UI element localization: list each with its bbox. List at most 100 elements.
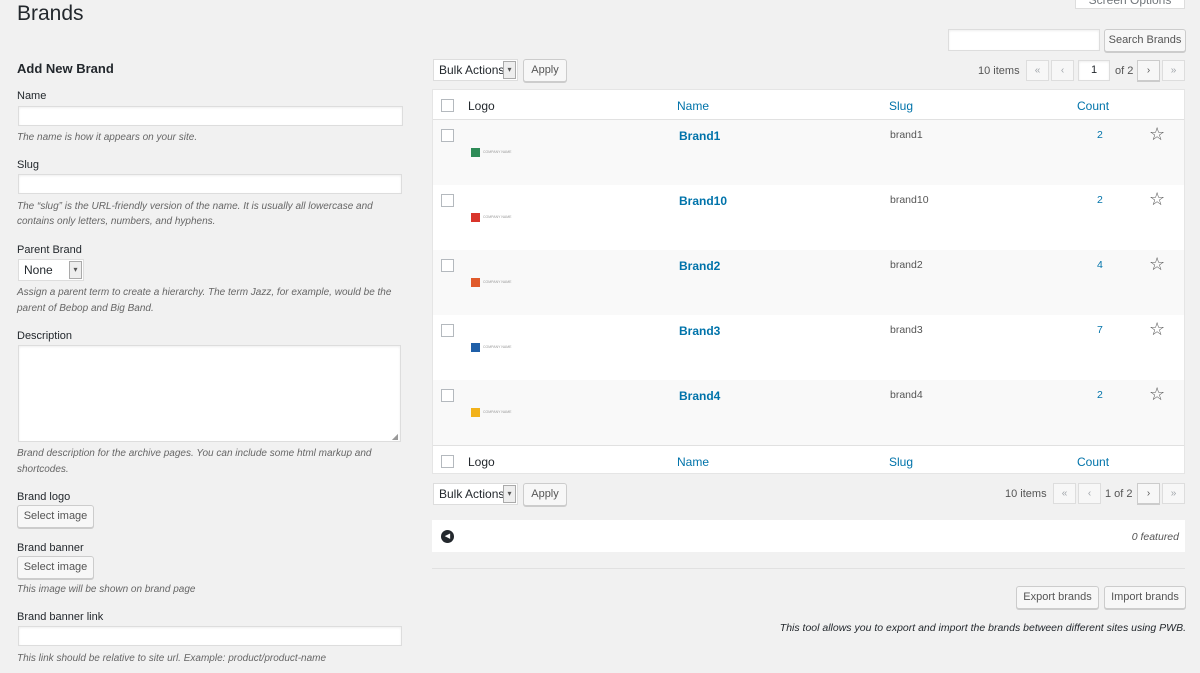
column-count-sort-footer[interactable]: Count <box>1077 455 1109 469</box>
logo-mark <box>471 148 480 157</box>
brand-slug: brand1 <box>890 129 923 141</box>
import-export-note: This tool allows you to export and impor… <box>779 622 1186 634</box>
total-pages-label: of 2 <box>1115 65 1134 77</box>
logo-wordmark: COMPANY NAME <box>483 280 512 284</box>
star-icon[interactable]: ☆ <box>1149 319 1165 340</box>
column-count-sort[interactable]: Count <box>1077 99 1109 113</box>
apply-button-top[interactable]: Apply <box>523 59 567 82</box>
column-logo: Logo <box>468 99 495 113</box>
collapse-arrow-icon[interactable]: ◀ <box>441 530 454 543</box>
brand-name-link[interactable]: Brand1 <box>679 129 720 143</box>
brand-slug: brand2 <box>890 259 923 271</box>
search-brands-button[interactable]: Search Brands <box>1104 29 1186 52</box>
items-count-top: 10 items <box>978 65 1020 77</box>
brand-slug: brand4 <box>890 389 923 401</box>
logo-wordmark: COMPANY NAME <box>483 345 512 349</box>
slug-field[interactable] <box>18 174 402 194</box>
brand-slug: brand3 <box>890 324 923 336</box>
last-page-button[interactable]: » <box>1162 60 1185 81</box>
row-checkbox[interactable] <box>441 194 454 207</box>
row-checkbox[interactable] <box>441 129 454 142</box>
logo-wordmark: COMPANY NAME <box>483 410 512 414</box>
row-checkbox[interactable] <box>441 324 454 337</box>
search-input[interactable] <box>948 29 1100 51</box>
parent-brand-value: None <box>24 263 53 277</box>
table-row: COMPANY NAME Brand1 brand1 2 ☆ <box>433 120 1184 185</box>
row-checkbox[interactable] <box>441 389 454 402</box>
last-page-button-bottom[interactable]: » <box>1162 483 1185 504</box>
brand-name-link[interactable]: Brand4 <box>679 389 720 403</box>
table-header: Logo Name Slug Count <box>433 90 1184 120</box>
next-page-button-bottom[interactable]: › <box>1137 483 1160 504</box>
bulk-actions-label: Bulk Actions <box>439 63 505 77</box>
star-icon[interactable]: ☆ <box>1149 254 1165 275</box>
logo-mark <box>471 408 480 417</box>
parent-brand-label: Parent Brand <box>17 244 82 256</box>
column-name-sort-footer[interactable]: Name <box>677 455 709 469</box>
logo-mark <box>471 213 480 222</box>
banner-hint: This image will be shown on brand page <box>17 584 196 595</box>
bulk-actions-select-top[interactable]: Bulk Actions ▾ <box>433 59 518 81</box>
brand-count-link[interactable]: 2 <box>1097 194 1103 206</box>
row-checkbox[interactable] <box>441 259 454 272</box>
brand-banner-label: Brand banner <box>17 542 84 554</box>
page-indicator-bottom: 1 of 2 <box>1105 488 1133 500</box>
featured-count: 0 featured <box>1131 531 1179 543</box>
brand-slug: brand10 <box>890 194 929 206</box>
description-textarea[interactable]: ◢ <box>18 345 401 442</box>
brand-banner-link-field[interactable] <box>18 626 402 646</box>
apply-button-bottom[interactable]: Apply <box>523 483 567 506</box>
name-label: Name <box>17 90 47 102</box>
screen-options-button[interactable]: Screen Options <box>1075 0 1185 9</box>
export-brands-button[interactable]: Export brands <box>1016 586 1099 609</box>
column-slug-sort-footer[interactable]: Slug <box>889 455 913 469</box>
description-hint-line-2: shortcodes. <box>17 464 69 475</box>
featured-bar: ◀ 0 featured <box>432 520 1185 552</box>
name-field[interactable] <box>18 106 403 126</box>
star-icon[interactable]: ☆ <box>1149 189 1165 210</box>
description-label: Description <box>17 330 73 342</box>
brand-logo-image: COMPANY NAME <box>471 408 515 418</box>
brand-count-link[interactable]: 7 <box>1097 324 1103 336</box>
banner-link-hint: This link should be relative to site url… <box>17 653 327 664</box>
column-name-sort[interactable]: Name <box>677 99 709 113</box>
brand-count-link[interactable]: 2 <box>1097 129 1103 141</box>
chevron-down-icon: ▾ <box>503 61 516 79</box>
current-page-input[interactable]: 1 <box>1078 60 1110 81</box>
select-all-checkbox-footer[interactable] <box>441 455 454 468</box>
prev-page-button-bottom[interactable]: ‹ <box>1078 483 1101 504</box>
select-banner-image-button[interactable]: Select image <box>17 556 94 579</box>
slug-label: Slug <box>17 159 40 171</box>
logo-mark <box>471 278 480 287</box>
parent-hint-line-2: parent of Bebop and Big Band. <box>17 303 154 314</box>
chevron-down-icon: ▾ <box>503 485 516 503</box>
resize-handle-icon[interactable]: ◢ <box>392 432 398 441</box>
bulk-actions-select-bottom[interactable]: Bulk Actions ▾ <box>433 483 518 505</box>
column-slug-sort[interactable]: Slug <box>889 99 913 113</box>
logo-wordmark: COMPANY NAME <box>483 215 512 219</box>
brand-count-link[interactable]: 2 <box>1097 389 1103 401</box>
brand-name-link[interactable]: Brand10 <box>679 194 727 208</box>
brand-logo-image: COMPANY NAME <box>471 343 515 353</box>
logo-wordmark: COMPANY NAME <box>483 150 512 154</box>
slug-hint-line-1: The “slug” is the URL-friendly version o… <box>17 201 373 212</box>
parent-brand-select[interactable]: None ▾ <box>18 259 84 281</box>
import-brands-button[interactable]: Import brands <box>1104 586 1186 609</box>
brand-count-link[interactable]: 4 <box>1097 259 1103 271</box>
first-page-button-bottom[interactable]: « <box>1053 483 1076 504</box>
select-logo-image-button[interactable]: Select image <box>17 505 94 528</box>
next-page-button[interactable]: › <box>1137 60 1160 81</box>
chevron-down-icon: ▾ <box>69 261 82 279</box>
star-icon[interactable]: ☆ <box>1149 124 1165 145</box>
select-all-checkbox[interactable] <box>441 99 454 112</box>
star-icon[interactable]: ☆ <box>1149 384 1165 405</box>
brand-banner-link-label: Brand banner link <box>17 611 104 623</box>
brand-logo-image: COMPANY NAME <box>471 278 515 288</box>
column-logo-footer: Logo <box>468 455 495 469</box>
parent-hint-line-1: Assign a parent term to create a hierarc… <box>17 287 392 298</box>
table-row: COMPANY NAME Brand3 brand3 7 ☆ <box>433 315 1184 380</box>
prev-page-button[interactable]: ‹ <box>1051 60 1074 81</box>
first-page-button[interactable]: « <box>1026 60 1049 81</box>
brand-name-link[interactable]: Brand2 <box>679 259 720 273</box>
brand-name-link[interactable]: Brand3 <box>679 324 720 338</box>
